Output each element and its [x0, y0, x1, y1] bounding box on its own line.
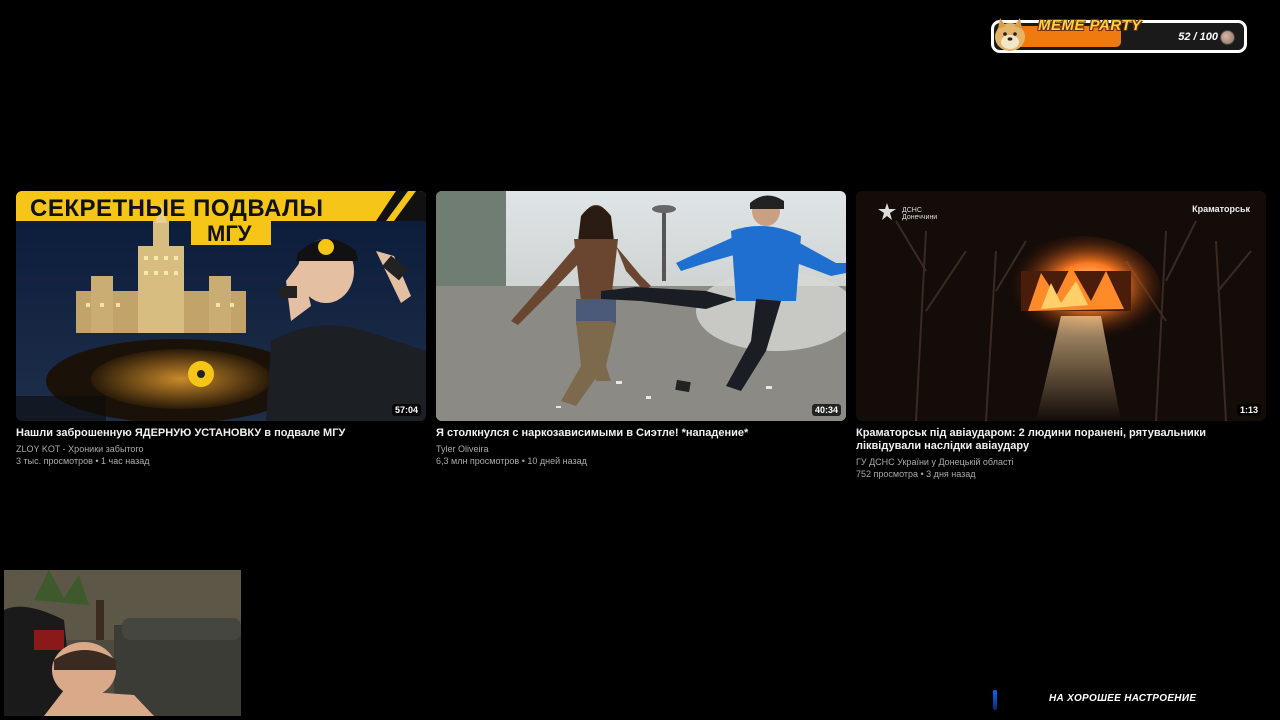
- webcam-overlay: [4, 570, 241, 716]
- meme-count: 52 / 100: [1178, 31, 1218, 43]
- video-meta: 3 тыс. просмотров • 1 час назад: [16, 456, 150, 466]
- thumbnail-headline: СЕКРЕТНЫЕ ПОДВАЛЫ: [30, 195, 324, 222]
- thumbnail-location: Краматорськ: [1192, 204, 1250, 214]
- video-duration: 57:04: [391, 404, 421, 416]
- footer-caption: НА ХОРОШЕЕ НАСТРОЕНИЕ: [1049, 693, 1197, 704]
- video-card[interactable]: 40:34 Я столкнулся с наркозависимыми в С…: [436, 191, 846, 467]
- video-thumbnail[interactable]: ДСНС Донеччини Краматорськ 1:13: [856, 191, 1266, 421]
- video-thumbnail[interactable]: 40:34: [436, 191, 846, 421]
- thumbnail-headline-2: МГУ: [207, 221, 252, 246]
- video-meta: 6,3 млн просмотров • 10 дней назад: [436, 456, 587, 466]
- thumbnail-image: [856, 191, 1266, 421]
- webcam-image: [4, 570, 241, 716]
- video-title[interactable]: Нашли заброшенную ЯДЕРНУЮ УСТАНОВКУ в по…: [16, 427, 426, 440]
- video-card[interactable]: СЕКРЕТНЫЕ ПОДВАЛЫ МГУ 57:04 Нашли заброш…: [16, 191, 426, 467]
- video-title[interactable]: Я столкнулся с наркозависимыми в Сиэтле!…: [436, 427, 846, 440]
- video-duration: 1:13: [1236, 404, 1261, 416]
- video-thumbnail[interactable]: СЕКРЕТНЫЕ ПОДВАЛЫ МГУ 57:04: [16, 191, 426, 421]
- channel-name[interactable]: ZLOY KOT - Хроники забытого: [16, 443, 426, 455]
- video-card[interactable]: ДСНС Донеччини Краматорськ 1:13 Краматор…: [856, 191, 1266, 480]
- coin-icon: [1220, 30, 1235, 45]
- doge-icon: [995, 18, 1025, 51]
- thumbnail-logo-text: ДСНС Донеччини: [902, 207, 938, 221]
- video-meta: 752 просмотра • 3 дня назад: [856, 469, 976, 479]
- video-duration: 40:34: [811, 404, 841, 416]
- thumbnail-image: [436, 191, 846, 421]
- video-title[interactable]: Краматорськ під авіаударом: 2 людини пор…: [856, 427, 1266, 453]
- channel-name[interactable]: Tyler Oliveira: [436, 443, 846, 455]
- meme-party-widget: MEME PARTY 52 / 100: [991, 17, 1247, 53]
- meme-party-title: MEME PARTY: [1038, 17, 1142, 34]
- channel-name[interactable]: ГУ ДСНС України у Донецькій області: [856, 456, 1266, 468]
- accent-mark: [993, 690, 997, 710]
